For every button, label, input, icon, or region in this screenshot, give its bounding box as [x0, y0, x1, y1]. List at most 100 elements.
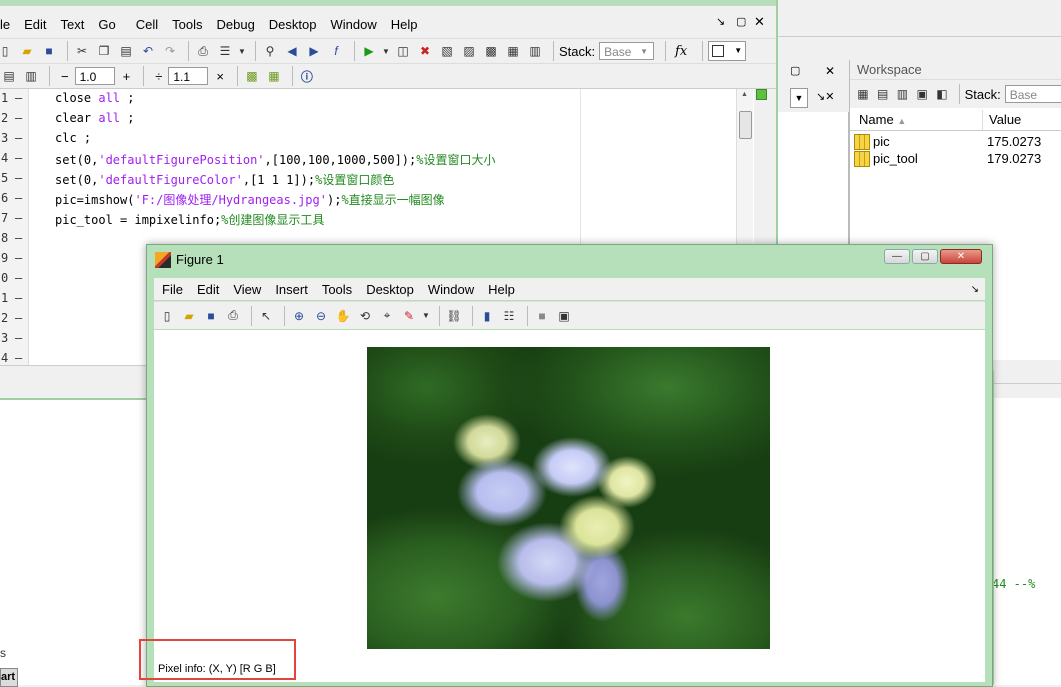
exit-debug-icon[interactable]: ▥ — [526, 42, 544, 60]
menu-window[interactable]: Window — [428, 282, 474, 297]
function-icon[interactable]: fx — [675, 44, 687, 59]
pan-hand-icon[interactable]: ✋ — [334, 307, 352, 325]
undock-icon[interactable]: ↘ — [716, 15, 725, 28]
menu-file[interactable]: le — [0, 17, 24, 32]
new-figure-icon[interactable]: ▯ — [158, 307, 176, 325]
menu-file[interactable]: File — [162, 282, 183, 297]
info-icon[interactable]: ⓘ — [298, 67, 316, 85]
print-selection-icon[interactable]: ☰ — [216, 42, 234, 60]
zoom-out-icon[interactable]: ⊖ — [312, 307, 330, 325]
value-column-header[interactable]: Value — [989, 112, 1021, 127]
column-divider[interactable] — [982, 110, 983, 130]
run-icon[interactable]: ▶ — [360, 42, 378, 60]
increment-button[interactable]: + — [123, 69, 131, 84]
show-plot-tools-icon[interactable]: ▣ — [555, 307, 573, 325]
dropdown-icon[interactable]: ▼ — [790, 88, 808, 108]
menu-desktop[interactable]: Desktop — [269, 17, 331, 32]
dropdown-arrow-icon[interactable]: ▼ — [382, 42, 390, 60]
menu-go[interactable]: Go — [98, 17, 135, 32]
menu-cell[interactable]: Cell — [136, 17, 172, 32]
data-cursor-icon[interactable]: ⌖ — [378, 307, 396, 325]
brush-icon[interactable]: ✎ — [400, 307, 418, 325]
menu-edit[interactable]: Edit — [197, 282, 219, 297]
close-icon[interactable]: ✕ — [825, 64, 835, 78]
menu-tools[interactable]: Tools — [172, 17, 216, 32]
workspace-row[interactable]: pic 175.0273 — [850, 134, 1061, 150]
menu-insert[interactable]: Insert — [275, 282, 308, 297]
menu-tools[interactable]: Tools — [322, 282, 352, 297]
new-file-icon[interactable]: ▯ — [0, 42, 14, 60]
step-out-icon[interactable]: ▩ — [482, 42, 500, 60]
multiply-button[interactable]: × — [216, 69, 224, 84]
edit-plot-pointer-icon[interactable]: ↖ — [257, 307, 275, 325]
paste-icon[interactable]: ▤ — [117, 42, 135, 60]
figure-canvas[interactable]: Pixel info: (X, Y) [R G B] — [154, 330, 985, 682]
figure-titlebar[interactable]: Figure 1 — ▢ ✕ — [147, 245, 992, 275]
close-icon[interactable]: ↘✕ — [816, 90, 834, 103]
open-folder-icon[interactable]: ▰ — [18, 42, 36, 60]
workspace-stack-select[interactable]: Base — [1004, 85, 1061, 103]
menu-desktop[interactable]: Desktop — [366, 282, 414, 297]
delete-variable-icon[interactable]: ◧ — [934, 85, 950, 103]
legend-icon[interactable]: ☷ — [500, 307, 518, 325]
step-icon[interactable]: ▧ — [438, 42, 456, 60]
function-browser-icon[interactable]: f — [327, 42, 345, 60]
forward-icon[interactable]: ▶ — [305, 42, 323, 60]
maximize-button[interactable]: ▢ — [912, 249, 938, 264]
save-figure-icon[interactable]: ■ — [202, 307, 220, 325]
import-data-icon[interactable]: ▥ — [895, 85, 911, 103]
menu-text[interactable]: Text — [61, 17, 99, 32]
menu-edit[interactable]: Edit — [24, 17, 60, 32]
clear-breakpoints-icon[interactable]: ✖ — [416, 42, 434, 60]
scroll-up-icon[interactable]: ▲ — [741, 91, 748, 98]
menu-view[interactable]: View — [233, 282, 261, 297]
menu-help[interactable]: Help — [488, 282, 515, 297]
copy-icon[interactable]: ❐ — [95, 42, 113, 60]
layout-select[interactable]: ▼ — [708, 41, 747, 61]
print-figure-icon[interactable]: ⎙ — [224, 307, 242, 325]
dropdown-arrow-icon[interactable]: ▼ — [422, 307, 430, 325]
rotate-3d-icon[interactable]: ⟲ — [356, 307, 374, 325]
start-button[interactable]: art — [0, 668, 18, 687]
name-column-header[interactable]: Name ▲ — [859, 112, 906, 127]
save-workspace-icon[interactable]: ▣ — [914, 85, 930, 103]
cell-factor-value[interactable]: 1.1 — [168, 67, 209, 85]
dock-arrow-icon[interactable]: ↘ — [971, 284, 979, 295]
dropdown-arrow-icon[interactable]: ▼ — [238, 42, 246, 60]
scroll-thumb[interactable] — [739, 111, 752, 139]
close-icon[interactable]: ✕ — [754, 14, 765, 30]
new-variable-icon[interactable]: ▦ — [855, 85, 871, 103]
divide-button[interactable]: ÷ — [155, 69, 162, 84]
menu-window[interactable]: Window — [331, 17, 391, 32]
cell-increment-value[interactable]: 1.0 — [74, 67, 115, 85]
cut-icon[interactable]: ✂ — [73, 42, 91, 60]
dropdown-arrow-icon[interactable]: ▼ — [640, 47, 648, 56]
restore-icon[interactable]: ▢ — [736, 15, 746, 28]
save-icon[interactable]: ■ — [40, 42, 58, 60]
restore-icon[interactable]: ▢ — [790, 64, 800, 77]
cell-insert-icon[interactable]: ▥ — [22, 67, 40, 85]
cell-mode-icon[interactable]: ▤ — [0, 67, 18, 85]
back-icon[interactable]: ◀ — [283, 42, 301, 60]
undo-icon[interactable]: ↶ — [139, 42, 157, 60]
decrement-button[interactable]: − — [61, 69, 69, 84]
step-in-icon[interactable]: ▨ — [460, 42, 478, 60]
menu-help[interactable]: Help — [391, 17, 430, 32]
link-plot-icon[interactable]: ⛓ — [445, 307, 463, 325]
colorbar-icon[interactable]: ▮ — [478, 307, 496, 325]
evaluate-cell-icon[interactable]: ▩ — [243, 67, 261, 85]
evaluate-advance-icon[interactable]: ▦ — [265, 67, 283, 85]
hide-plot-tools-icon[interactable]: ■ — [533, 307, 551, 325]
open-file-icon[interactable]: ▰ — [180, 307, 198, 325]
continue-icon[interactable]: ▦ — [504, 42, 522, 60]
workspace-row[interactable]: pic_tool 179.0273 — [850, 151, 1061, 167]
open-variable-icon[interactable]: ▤ — [875, 85, 891, 103]
menu-debug[interactable]: Debug — [216, 17, 268, 32]
set-breakpoint-icon[interactable]: ◫ — [394, 42, 412, 60]
minimize-button[interactable]: — — [884, 249, 910, 264]
find-icon[interactable]: ⚲ — [261, 42, 279, 60]
print-icon[interactable]: ⎙ — [194, 42, 212, 60]
zoom-in-icon[interactable]: ⊕ — [290, 307, 308, 325]
close-button[interactable]: ✕ — [940, 249, 982, 264]
redo-icon[interactable]: ↷ — [161, 42, 179, 60]
